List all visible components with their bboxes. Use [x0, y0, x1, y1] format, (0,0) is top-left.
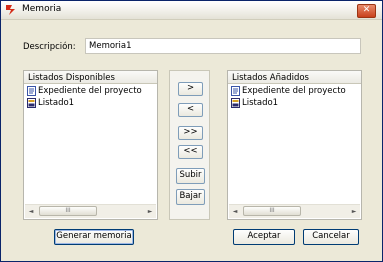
scroll-thumb[interactable]: III	[243, 206, 301, 216]
close-button[interactable]: ✕	[357, 4, 376, 18]
available-item-expediente[interactable]: Expediente del proyecto	[24, 85, 157, 96]
document-icon	[27, 85, 36, 96]
added-listbox[interactable]: Listados Añadidos Expediente del proyect…	[227, 70, 362, 220]
scroll-left-icon[interactable]: ◄	[26, 207, 36, 216]
scroll-left-icon[interactable]: ◄	[230, 207, 240, 216]
add-button[interactable]: >	[178, 82, 203, 96]
report-icon	[27, 97, 36, 108]
app-icon	[6, 5, 15, 15]
list-item-label: Expediente del proyecto	[38, 85, 142, 96]
move-down-button[interactable]: Bajar	[176, 189, 205, 205]
add-all-button[interactable]: >>	[178, 126, 203, 140]
move-up-button[interactable]: Subir	[176, 168, 205, 184]
scroll-thumb[interactable]: III	[39, 206, 97, 216]
added-item-listado1[interactable]: Listado1	[228, 97, 361, 108]
report-icon	[231, 97, 240, 108]
title-bar[interactable]: Memoria ✕	[1, 1, 382, 20]
available-list-header: Listados Disponibles	[24, 71, 157, 84]
available-item-listado1[interactable]: Listado1	[24, 97, 157, 108]
document-icon	[231, 85, 240, 96]
transfer-button-panel: > < >> << Subir Bajar	[169, 70, 210, 220]
remove-all-button[interactable]: <<	[178, 145, 203, 159]
added-list-header: Listados Añadidos	[228, 71, 361, 84]
list-item-label: Expediente del proyecto	[242, 85, 346, 96]
description-label: Descripción:	[23, 42, 76, 52]
accept-button[interactable]: Aceptar	[233, 229, 295, 245]
available-listbox[interactable]: Listados Disponibles Expediente del proy…	[23, 70, 158, 220]
added-hscrollbar[interactable]: ◄ III ►	[229, 204, 360, 218]
scroll-right-icon[interactable]: ►	[145, 207, 155, 216]
available-hscrollbar[interactable]: ◄ III ►	[25, 204, 156, 218]
remove-button[interactable]: <	[178, 103, 203, 117]
description-input[interactable]	[85, 38, 361, 54]
memoria-dialog: Memoria ✕ Descripción: Listados Disponib…	[0, 0, 383, 262]
list-item-label: Listado1	[242, 97, 279, 108]
added-item-expediente[interactable]: Expediente del proyecto	[228, 85, 361, 96]
scroll-right-icon[interactable]: ►	[349, 207, 359, 216]
window-title: Memoria	[22, 4, 62, 14]
list-item-label: Listado1	[38, 97, 75, 108]
generate-report-button[interactable]: Generar memoria	[54, 229, 134, 245]
cancel-button[interactable]: Cancelar	[303, 229, 359, 245]
